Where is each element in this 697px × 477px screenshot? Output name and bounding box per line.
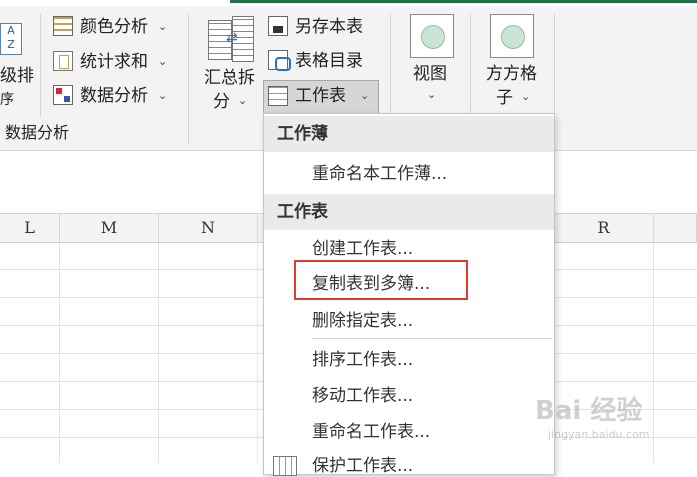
menu-separator	[312, 338, 552, 339]
worksheet-icon	[268, 86, 288, 106]
fangfang-button-line2[interactable]: 子	[496, 88, 513, 108]
save-copy-button[interactable]: 另存本表	[295, 17, 363, 37]
color-analysis-icon	[53, 16, 73, 36]
stat-sum-icon	[53, 51, 73, 71]
column-header-next[interactable]	[654, 214, 697, 242]
chevron-down-icon: ⌄	[521, 90, 531, 103]
highlight-box	[294, 260, 468, 300]
view-icon	[410, 14, 454, 58]
chevron-down-icon: ⌄	[360, 89, 370, 102]
menu-item-move-sheet[interactable]: 移动工作表...	[312, 385, 413, 407]
chevron-down-icon: ⌄	[238, 94, 248, 107]
data-analysis-button[interactable]: 数据分析	[80, 86, 148, 106]
worksheet-button-label: 工作表	[295, 86, 346, 106]
protect-sheet-icon	[273, 456, 297, 476]
sort-button-label[interactable]: 级排	[0, 66, 34, 86]
chevron-down-icon: ⌄	[158, 89, 168, 102]
group-label-data-analysis: 数据分析	[5, 123, 70, 142]
menu-item-delete-sheet[interactable]: 删除指定表...	[312, 310, 413, 332]
sheet-catalog-icon	[268, 50, 291, 71]
merge-split-button[interactable]: 汇总拆	[204, 68, 255, 88]
menu-section-workbook: 工作薄	[264, 116, 554, 152]
chevron-down-icon: ⌄	[427, 88, 437, 101]
menu-item-sort-sheet[interactable]: 排序工作表...	[312, 349, 413, 371]
sort-az-icon: AZ	[0, 23, 22, 55]
baidu-watermark-url: jingyan.baidu.com	[548, 428, 650, 441]
view-button[interactable]: 视图	[413, 64, 447, 84]
menu-item-rename-sheet[interactable]: 重命名工作表...	[312, 421, 430, 443]
save-copy-icon	[268, 16, 288, 36]
baidu-watermark-logo: Bai 经验	[535, 396, 643, 426]
menu-item-protect-sheet[interactable]: 保护工作表...	[312, 455, 413, 477]
fangfang-grid-icon	[490, 14, 534, 58]
sort-button-label-2[interactable]: 序	[0, 90, 14, 110]
data-analysis-icon	[53, 85, 73, 105]
menu-item-create-sheet[interactable]: 创建工作表...	[312, 238, 413, 260]
sheet-catalog-button[interactable]: 表格目录	[295, 51, 363, 71]
stat-sum-button[interactable]: 统计求和	[80, 52, 148, 72]
menu-item-rename-workbook[interactable]: 重命名本工作薄...	[312, 163, 447, 185]
column-header-n[interactable]: N	[159, 214, 258, 242]
merge-split-button-line2[interactable]: 分	[213, 92, 230, 112]
merge-split-icon: ⇄	[208, 16, 254, 62]
column-header-l[interactable]: L	[0, 214, 60, 242]
chevron-down-icon: ⌄	[158, 55, 168, 68]
column-header-m[interactable]: M	[60, 214, 159, 242]
fangfang-button[interactable]: 方方格	[486, 64, 537, 84]
chevron-down-icon: ⌄	[158, 20, 168, 33]
menu-section-worksheet: 工作表	[264, 194, 554, 230]
color-analysis-button[interactable]: 颜色分析	[80, 17, 148, 37]
column-header-r[interactable]: R	[554, 214, 654, 242]
